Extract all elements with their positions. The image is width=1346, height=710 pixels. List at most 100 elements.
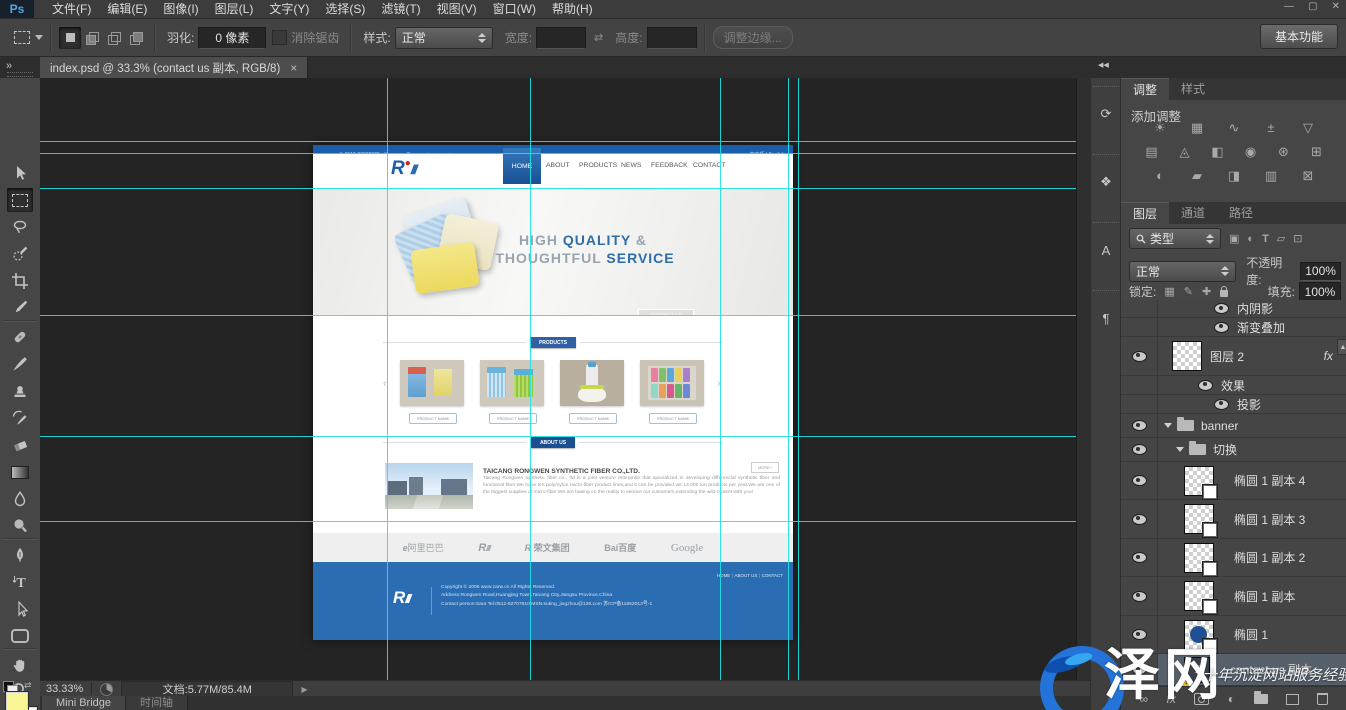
color-lookup-icon[interactable]: ⊞ [1306,144,1328,160]
guide-vertical[interactable] [387,78,388,680]
layer-thumbnail[interactable] [1184,543,1214,573]
layer-effect-row[interactable]: 渐变叠加 [1121,318,1346,337]
site-nav-feedback[interactable]: FEEDBACK [651,158,688,170]
lock-pixels-icon[interactable]: ✎ [1184,285,1193,298]
layer-row[interactable]: 椭圆 1 [1121,616,1346,654]
fill-value[interactable]: 100% [1299,282,1341,301]
visibility-eye-icon[interactable] [1214,303,1229,314]
foreground-color-swatch[interactable] [6,692,28,710]
refine-edge-button[interactable]: 调整边缘... [713,26,793,49]
guide-vertical[interactable] [788,78,789,680]
minimize-icon[interactable]: — [1284,1,1294,12]
product-image[interactable] [400,360,464,406]
move-tool[interactable] [7,161,33,185]
path-selection-tool[interactable] [7,597,33,621]
layer-effect-row[interactable]: 内阴影 [1121,300,1346,318]
menu-view[interactable]: 视图(V) [429,0,485,18]
layer-thumbnail[interactable] [1184,504,1214,534]
close-icon[interactable]: ✕ [1332,1,1340,12]
site-nav-products[interactable]: PRODUCTS [579,158,617,170]
posterize-icon[interactable]: ▰ [1186,168,1208,184]
link-layers-icon[interactable]: ∞ [1139,692,1148,706]
layer-effect-row[interactable]: 投影 [1121,395,1346,414]
canvas-area[interactable]: ✆ 0512-82909626 ✉ sara.xu@rongweigroup.c… [40,78,1076,680]
visibility-eye-icon[interactable] [1132,444,1147,455]
selective-color-icon[interactable]: ⊠ [1297,168,1319,184]
product-image[interactable] [480,360,544,406]
filter-shape-icon[interactable]: ▱ [1277,232,1285,245]
layer-row[interactable]: 椭圆 1 副本 [1121,577,1346,616]
brightness-contrast-icon[interactable]: ☀ [1149,120,1171,136]
visibility-eye-icon[interactable] [1132,629,1147,640]
gradient-tool[interactable] [7,460,33,484]
color-balance-icon[interactable]: ◬ [1174,144,1196,160]
guide-horizontal[interactable] [40,315,1076,316]
site-logo[interactable]: R●/// [391,158,416,180]
layer-thumbnail[interactable] [1184,581,1214,611]
type-tool[interactable]: T [7,570,33,594]
partner-rongwei[interactable]: R/// [478,542,490,554]
fx-badge[interactable]: fx [1324,349,1333,363]
history-panel-icon[interactable]: ⟳ [1093,86,1119,141]
layer-filter-dropdown[interactable]: 类型 [1129,228,1221,249]
brush-tool[interactable] [7,352,33,376]
tab-styles[interactable]: 样式 [1169,78,1217,100]
partner-rongwen-group[interactable]: R 荣文集团 [525,541,570,554]
product-name-button[interactable]: PRODUCT NAME [649,413,697,424]
psd-document[interactable]: ✆ 0512-82909626 ✉ sara.xu@rongweigroup.c… [313,145,793,640]
quick-selection-tool[interactable] [7,242,33,266]
restore-icon[interactable]: ▢ [1308,1,1317,12]
height-input[interactable] [647,27,697,49]
character-panel-icon[interactable]: A [1093,222,1119,277]
tab-mini-bridge[interactable]: Mini Bridge [42,696,126,710]
footer-link-home[interactable]: HOME [717,573,731,578]
lasso-tool[interactable] [7,215,33,239]
hand-tool[interactable] [7,653,33,677]
layer-thumbnail[interactable] [1184,466,1214,496]
guide-horizontal[interactable] [40,153,1076,154]
workspace-switcher-button[interactable]: 基本功能 [1260,24,1338,49]
layer-row[interactable]: 图层 2 fx [1121,337,1346,376]
blend-mode-dropdown[interactable]: 正常 [1129,261,1236,282]
clone-stamp-tool[interactable] [7,379,33,403]
visibility-eye-icon[interactable] [1132,475,1147,486]
width-input[interactable] [536,27,586,49]
selection-subtract-button[interactable] [103,27,125,49]
visibility-eye-icon[interactable] [1214,322,1229,333]
selection-new-button[interactable] [59,27,81,49]
guide-horizontal[interactable] [40,521,1076,522]
lock-position-icon[interactable]: ✚ [1202,285,1211,298]
new-layer-icon[interactable] [1286,694,1299,705]
selection-add-button[interactable] [81,27,103,49]
site-nav-news[interactable]: NEWS [621,158,641,170]
group-expand-triangle[interactable] [1164,423,1172,428]
layer-group-row[interactable]: 切换 [1121,438,1346,462]
site-nav-about[interactable]: ABOUT [546,158,569,170]
toolbar-collapse-icon[interactable]: » [6,60,12,72]
hue-saturation-icon[interactable]: ▤ [1141,144,1163,160]
tab-layers[interactable]: 图层 [1121,202,1169,224]
new-adjustment-icon[interactable]: ◐ [1228,692,1235,706]
company-photo[interactable] [385,463,473,509]
vibrance-icon[interactable]: ▽ [1297,120,1319,136]
channel-mixer-icon[interactable]: ⊛ [1273,144,1295,160]
feather-input[interactable] [198,27,266,49]
visibility-eye-icon[interactable] [1132,514,1147,525]
tab-timeline[interactable]: 时间轴 [126,696,188,710]
eyedropper-tool[interactable] [7,296,33,320]
swap-colors-icon[interactable]: ⇄ [24,680,32,691]
layer-style-icon[interactable]: fx [1167,692,1176,706]
antialias-checkbox[interactable] [272,30,287,45]
tab-paths[interactable]: 路径 [1217,202,1265,224]
history-brush-tool[interactable] [7,406,33,430]
scrollbar-up-arrow[interactable]: ▲ [1337,339,1346,355]
document-tab[interactable]: index.psd @ 33.3% (contact us 副本, RGB/8)… [40,57,308,78]
document-size-field[interactable]: 文档:5.77M/85.4M [121,681,293,697]
menu-file[interactable]: 文件(F) [44,0,99,18]
tab-adjustments[interactable]: 调整 [1121,78,1169,100]
menu-edit[interactable]: 编辑(E) [99,0,155,18]
layer-row[interactable]: 椭圆 1 副本 4 [1121,462,1346,500]
guide-horizontal[interactable] [40,188,1076,189]
menu-layer[interactable]: 图层(L) [207,0,262,18]
tab-channels[interactable]: 通道 [1169,202,1217,224]
